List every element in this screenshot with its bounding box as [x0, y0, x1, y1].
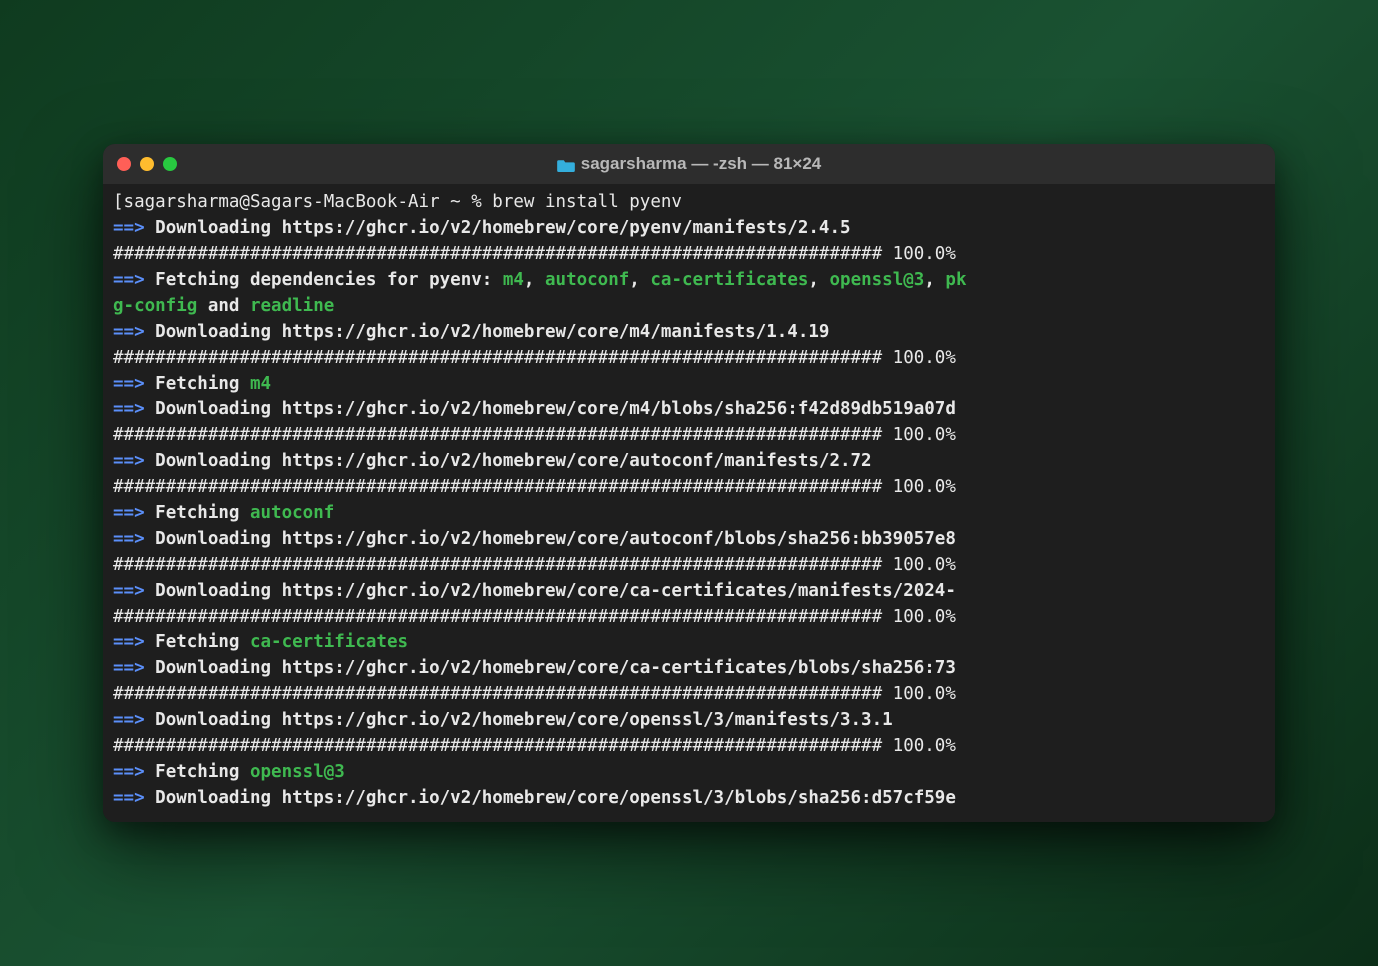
dependency-name: openssl@3 [830, 270, 925, 290]
terminal-line: ########################################… [113, 682, 1265, 708]
terminal-line: ==> Downloading https://ghcr.io/v2/homeb… [113, 527, 1265, 553]
terminal-line: ########################################… [113, 242, 1265, 268]
terminal-line: ==> Downloading https://ghcr.io/v2/homeb… [113, 397, 1265, 423]
terminal-line: ########################################… [113, 475, 1265, 501]
arrow-icon: ==> [113, 632, 145, 652]
traffic-lights [117, 157, 177, 171]
arrow-icon: ==> [113, 658, 145, 678]
window-title: sagarsharma — -zsh — 81×24 [103, 154, 1275, 174]
progress-bar: ########################################… [113, 555, 956, 575]
progress-bar: ########################################… [113, 607, 956, 627]
dependency-name: pk [945, 270, 966, 290]
terminal-line: ==> Fetching openssl@3 [113, 760, 1265, 786]
dependency-name: g-config [113, 296, 197, 316]
arrow-icon: ==> [113, 322, 145, 342]
terminal-line: ==> Downloading https://ghcr.io/v2/homeb… [113, 579, 1265, 605]
dependency-name: m4 [250, 374, 271, 394]
terminal-line: ==> Downloading https://ghcr.io/v2/homeb… [113, 786, 1265, 812]
terminal-line: ==> Fetching autoconf [113, 501, 1265, 527]
progress-bar: ########################################… [113, 425, 956, 445]
terminal-line: ==> Downloading https://ghcr.io/v2/homeb… [113, 656, 1265, 682]
progress-bar: ########################################… [113, 244, 956, 264]
titlebar[interactable]: sagarsharma — -zsh — 81×24 [103, 144, 1275, 184]
arrow-icon: ==> [113, 581, 145, 601]
terminal-line: ########################################… [113, 734, 1265, 760]
dependency-name: ca-certificates [650, 270, 808, 290]
progress-bar: ########################################… [113, 684, 956, 704]
terminal-line: ########################################… [113, 346, 1265, 372]
terminal-line: ==> Downloading https://ghcr.io/v2/homeb… [113, 320, 1265, 346]
dependency-name: ca-certificates [250, 632, 408, 652]
minimize-icon[interactable] [140, 157, 154, 171]
terminal-line: [sagarsharma@Sagars-MacBook-Air ~ % brew… [113, 190, 1265, 216]
arrow-icon: ==> [113, 399, 145, 419]
shell-prompt: [sagarsharma@Sagars-MacBook-Air ~ % [113, 192, 492, 212]
arrow-icon: ==> [113, 218, 145, 238]
arrow-icon: ==> [113, 374, 145, 394]
dependency-name: readline [250, 296, 334, 316]
arrow-icon: ==> [113, 529, 145, 549]
dependency-name: m4 [503, 270, 524, 290]
arrow-icon: ==> [113, 503, 145, 523]
zoom-icon[interactable] [163, 157, 177, 171]
arrow-icon: ==> [113, 451, 145, 471]
window-title-text: sagarsharma — -zsh — 81×24 [581, 154, 821, 174]
terminal-line: ==> Fetching m4 [113, 372, 1265, 398]
terminal-line: ==> Downloading https://ghcr.io/v2/homeb… [113, 708, 1265, 734]
terminal-line: g-config and readline [113, 294, 1265, 320]
folder-icon [557, 157, 575, 171]
progress-bar: ########################################… [113, 736, 956, 756]
dependency-name: autoconf [545, 270, 629, 290]
terminal-line: ==> Fetching ca-certificates [113, 630, 1265, 656]
arrow-icon: ==> [113, 788, 145, 808]
terminal-output[interactable]: [sagarsharma@Sagars-MacBook-Air ~ % brew… [103, 184, 1275, 821]
close-icon[interactable] [117, 157, 131, 171]
terminal-line: ########################################… [113, 553, 1265, 579]
progress-bar: ########################################… [113, 477, 956, 497]
dependency-name: openssl@3 [250, 762, 345, 782]
progress-bar: ########################################… [113, 348, 956, 368]
shell-command: brew install pyenv [492, 192, 682, 212]
terminal-line: ########################################… [113, 423, 1265, 449]
terminal-window: sagarsharma — -zsh — 81×24 [sagarsharma@… [103, 144, 1275, 821]
terminal-line: ==> Downloading https://ghcr.io/v2/homeb… [113, 216, 1265, 242]
terminal-line: ==> Downloading https://ghcr.io/v2/homeb… [113, 449, 1265, 475]
dependency-name: autoconf [250, 503, 334, 523]
arrow-icon: ==> [113, 762, 145, 782]
arrow-icon: ==> [113, 270, 145, 290]
terminal-line: ==> Fetching dependencies for pyenv: m4,… [113, 268, 1265, 294]
arrow-icon: ==> [113, 710, 145, 730]
terminal-line: ########################################… [113, 605, 1265, 631]
